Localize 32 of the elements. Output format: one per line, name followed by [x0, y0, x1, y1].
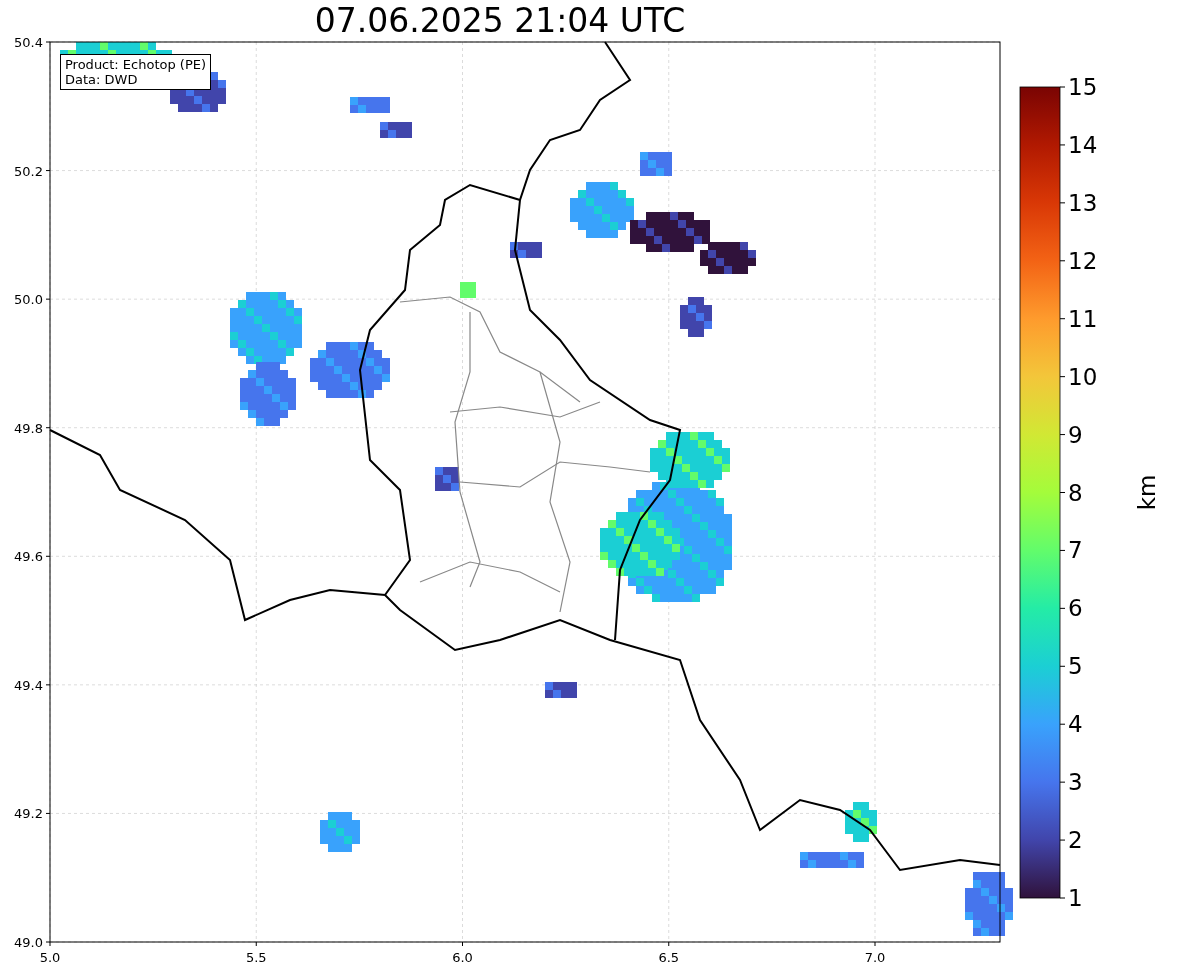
- colorbar-tick-label: 6: [1068, 595, 1083, 622]
- y-tick-label: 49.6: [14, 549, 43, 565]
- plot-title: 07.06.2025 21:04 UTC: [314, 0, 686, 42]
- colorbar-tick-label: 10: [1068, 363, 1098, 390]
- legend-text: Product: Echotop (PE): [65, 57, 207, 72]
- colorbar-tick-label: 3: [1068, 769, 1083, 796]
- colorbar-tick-label: 9: [1068, 421, 1083, 448]
- colorbar-tick-label: 4: [1068, 711, 1083, 738]
- colorbar-tick-label: 5: [1068, 653, 1083, 680]
- colorbar-tick-label: 12: [1068, 247, 1098, 274]
- y-tick-label: 50.4: [14, 35, 43, 50]
- y-tick-label: 50.2: [14, 163, 43, 179]
- y-tick-label: 49.8: [14, 420, 43, 436]
- x-tick-label: 6.0: [452, 950, 473, 965]
- colorbar-tick-label: 11: [1068, 305, 1098, 332]
- x-tick-label: 6.5: [658, 950, 680, 965]
- y-tick-label: 49.2: [14, 806, 43, 822]
- colorbar-tick-label: 14: [1068, 131, 1098, 158]
- colorbar-tick-label: 13: [1068, 189, 1098, 216]
- colorbar-tick-label: 1: [1068, 885, 1083, 911]
- colorbar-tick-label: 7: [1068, 537, 1083, 564]
- legend-text: Data: DWD: [65, 72, 139, 87]
- colorbar-tick-label: 8: [1068, 479, 1083, 506]
- x-tick-label: 5.0: [39, 950, 61, 965]
- colorbar-tick-label: 15: [1068, 74, 1098, 100]
- y-tick-label: 49.0: [14, 935, 43, 950]
- x-tick-label: 7.0: [864, 950, 886, 965]
- colorbar-tick-label: 2: [1068, 827, 1083, 854]
- y-tick-label: 50.0: [14, 292, 43, 308]
- x-tick-label: 5.5: [245, 950, 267, 965]
- colorbar-label: km: [1134, 474, 1160, 511]
- y-tick-label: 49.4: [14, 677, 43, 693]
